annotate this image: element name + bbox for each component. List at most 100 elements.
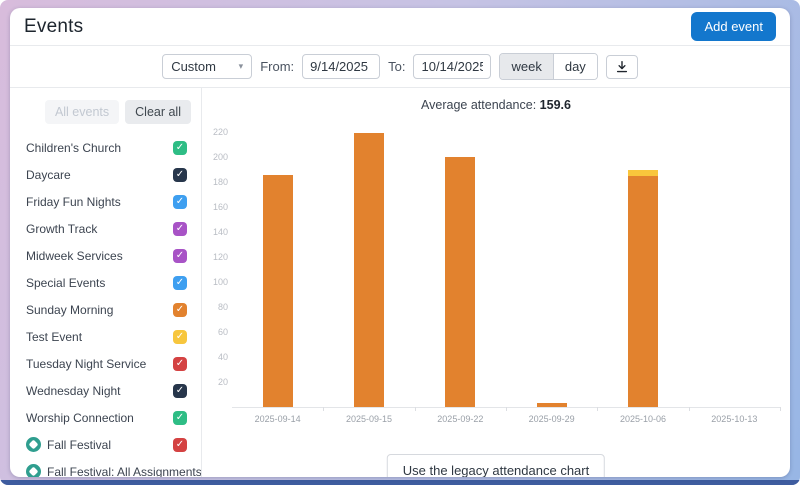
y-axis-tick-label: 40 [202, 352, 228, 362]
bar-slot [689, 133, 780, 407]
y-axis-tick-label: 160 [202, 202, 228, 212]
y-axis-tick-label: 20 [202, 377, 228, 387]
download-button[interactable] [606, 55, 638, 79]
event-label: Worship Connection [26, 411, 134, 425]
x-axis-tick-label: 2025-09-22 [415, 414, 506, 424]
granularity-day-button[interactable]: day [553, 54, 597, 79]
download-icon [615, 60, 629, 74]
event-checkbox[interactable]: ✓ [173, 195, 187, 209]
y-axis-tick-label: 180 [202, 177, 228, 187]
window-background: Events Add event Custom ▾ From: To: week… [0, 0, 800, 485]
page-title: Events [24, 16, 83, 38]
event-checkbox[interactable]: ✓ [173, 249, 187, 263]
bar-segment [354, 133, 384, 407]
y-axis-tick-label: 200 [202, 152, 228, 162]
event-list-item[interactable]: Friday Fun Nights ✓ [10, 188, 201, 215]
x-axis-tick-label: 2025-09-29 [506, 414, 597, 424]
event-label: Daycare [26, 168, 71, 182]
event-list-item[interactable]: Worship Connection ✓ [10, 404, 201, 431]
y-axis-labels: 20406080100120140160180200220 [202, 133, 228, 408]
event-list-item[interactable]: Midweek Services ✓ [10, 242, 201, 269]
x-axis-tick [780, 407, 781, 411]
bar-segment [628, 176, 658, 407]
services-icon [26, 437, 41, 452]
event-label: Friday Fun Nights [26, 195, 121, 209]
bar-chart-plot [232, 133, 780, 408]
from-date-input[interactable] [302, 54, 380, 79]
event-list-item[interactable]: Wednesday Night ✓ [10, 377, 201, 404]
events-card: Events Add event Custom ▾ From: To: week… [10, 8, 790, 477]
chevron-down-icon: ▾ [239, 61, 244, 72]
event-list-item[interactable]: Fall Festival ✓ [10, 431, 201, 458]
event-label: Children's Church [26, 141, 121, 155]
event-label: Fall Festival [26, 437, 111, 452]
y-axis-tick-label: 60 [202, 327, 228, 337]
event-label: Wednesday Night [26, 384, 121, 398]
event-list-item[interactable]: Growth Track ✓ [10, 215, 201, 242]
event-checkbox[interactable]: ✓ [173, 276, 187, 290]
event-checkbox[interactable]: ✓ [173, 222, 187, 236]
to-date-input[interactable] [413, 54, 491, 79]
x-axis-tick-label: 2025-10-13 [689, 414, 780, 424]
x-axis-tick [689, 407, 690, 411]
average-attendance-value: 159.6 [540, 98, 571, 112]
event-list-item[interactable]: Special Events ✓ [10, 269, 201, 296]
range-select[interactable]: Custom ▾ [162, 54, 252, 79]
x-axis-tick [415, 407, 416, 411]
date-range-toolbar: Custom ▾ From: To: weekday [10, 46, 790, 88]
event-checkbox[interactable]: ✓ [173, 357, 187, 371]
x-axis-tick [506, 407, 507, 411]
attendance-chart-panel: Average attendance: 159.6 20 40 60 80 100 120… [202, 88, 790, 477]
event-filter-sidebar: All events Clear all Children's Church✓D… [10, 88, 202, 477]
average-attendance-label: Average attendance: [421, 98, 536, 112]
y-axis-tick-label: 100 [202, 277, 228, 287]
granularity-week-button[interactable]: week [500, 54, 552, 79]
event-list-item[interactable]: Daycare ✓ [10, 161, 201, 188]
event-label: Sunday Morning [26, 303, 113, 317]
event-label: Fall Festival: All Assignments [26, 464, 202, 477]
all-events-button[interactable]: All events [45, 100, 119, 124]
event-list-item[interactable]: Tuesday Night Service ✓ [10, 350, 201, 377]
add-event-button[interactable]: Add event [691, 12, 776, 41]
attendance-bar[interactable] [354, 133, 384, 407]
bar-segment [445, 157, 475, 407]
bar-slot [415, 133, 506, 407]
attendance-bar[interactable] [263, 175, 293, 408]
y-axis-tick-label: 120 [202, 252, 228, 262]
event-checkbox[interactable]: ✓ [173, 141, 187, 155]
event-list: Children's Church✓Daycare✓Friday Fun Nig… [10, 134, 201, 477]
services-icon [26, 464, 41, 477]
to-label: To: [388, 59, 405, 74]
event-checkbox[interactable]: ✓ [173, 330, 187, 344]
event-list-item[interactable]: Fall Festival: All Assignments✓ [10, 458, 201, 477]
clear-all-button[interactable]: Clear all [125, 100, 191, 124]
event-label: Midweek Services [26, 249, 123, 263]
event-list-item[interactable]: Test Event✓ [10, 323, 201, 350]
bar-segment [537, 403, 567, 407]
event-label: Special Events [26, 276, 105, 290]
sidebar-actions: All events Clear all [10, 100, 201, 134]
event-label: Growth Track [26, 222, 97, 236]
event-list-item[interactable]: Sunday Morning ✓ [10, 296, 201, 323]
y-axis-tick-label: 80 [202, 302, 228, 312]
main-content: All events Clear all Children's Church✓D… [10, 88, 790, 477]
event-checkbox[interactable]: ✓ [173, 411, 187, 425]
bar-slot [506, 133, 597, 407]
event-checkbox[interactable]: ✓ [173, 384, 187, 398]
average-attendance-title: Average attendance: 159.6 [202, 98, 790, 112]
x-axis-labels: 2025-09-142025-09-152025-09-222025-09-29… [232, 414, 780, 426]
attendance-bar[interactable] [537, 403, 567, 407]
from-label: From: [260, 59, 294, 74]
bar-slot [232, 133, 323, 407]
bar-slot [597, 133, 688, 407]
event-checkbox[interactable]: ✓ [173, 303, 187, 317]
event-checkbox[interactable]: ✓ [173, 168, 187, 182]
event-list-item[interactable]: Children's Church ✓ [10, 134, 201, 161]
attendance-bar[interactable] [628, 170, 658, 408]
attendance-bar[interactable] [445, 157, 475, 407]
bar-slot [323, 133, 414, 407]
event-label: Tuesday Night Service [26, 357, 146, 371]
event-checkbox[interactable]: ✓ [173, 438, 187, 452]
legacy-chart-button[interactable]: Use the legacy attendance chart [387, 454, 605, 477]
x-axis-tick-label: 2025-10-06 [597, 414, 688, 424]
